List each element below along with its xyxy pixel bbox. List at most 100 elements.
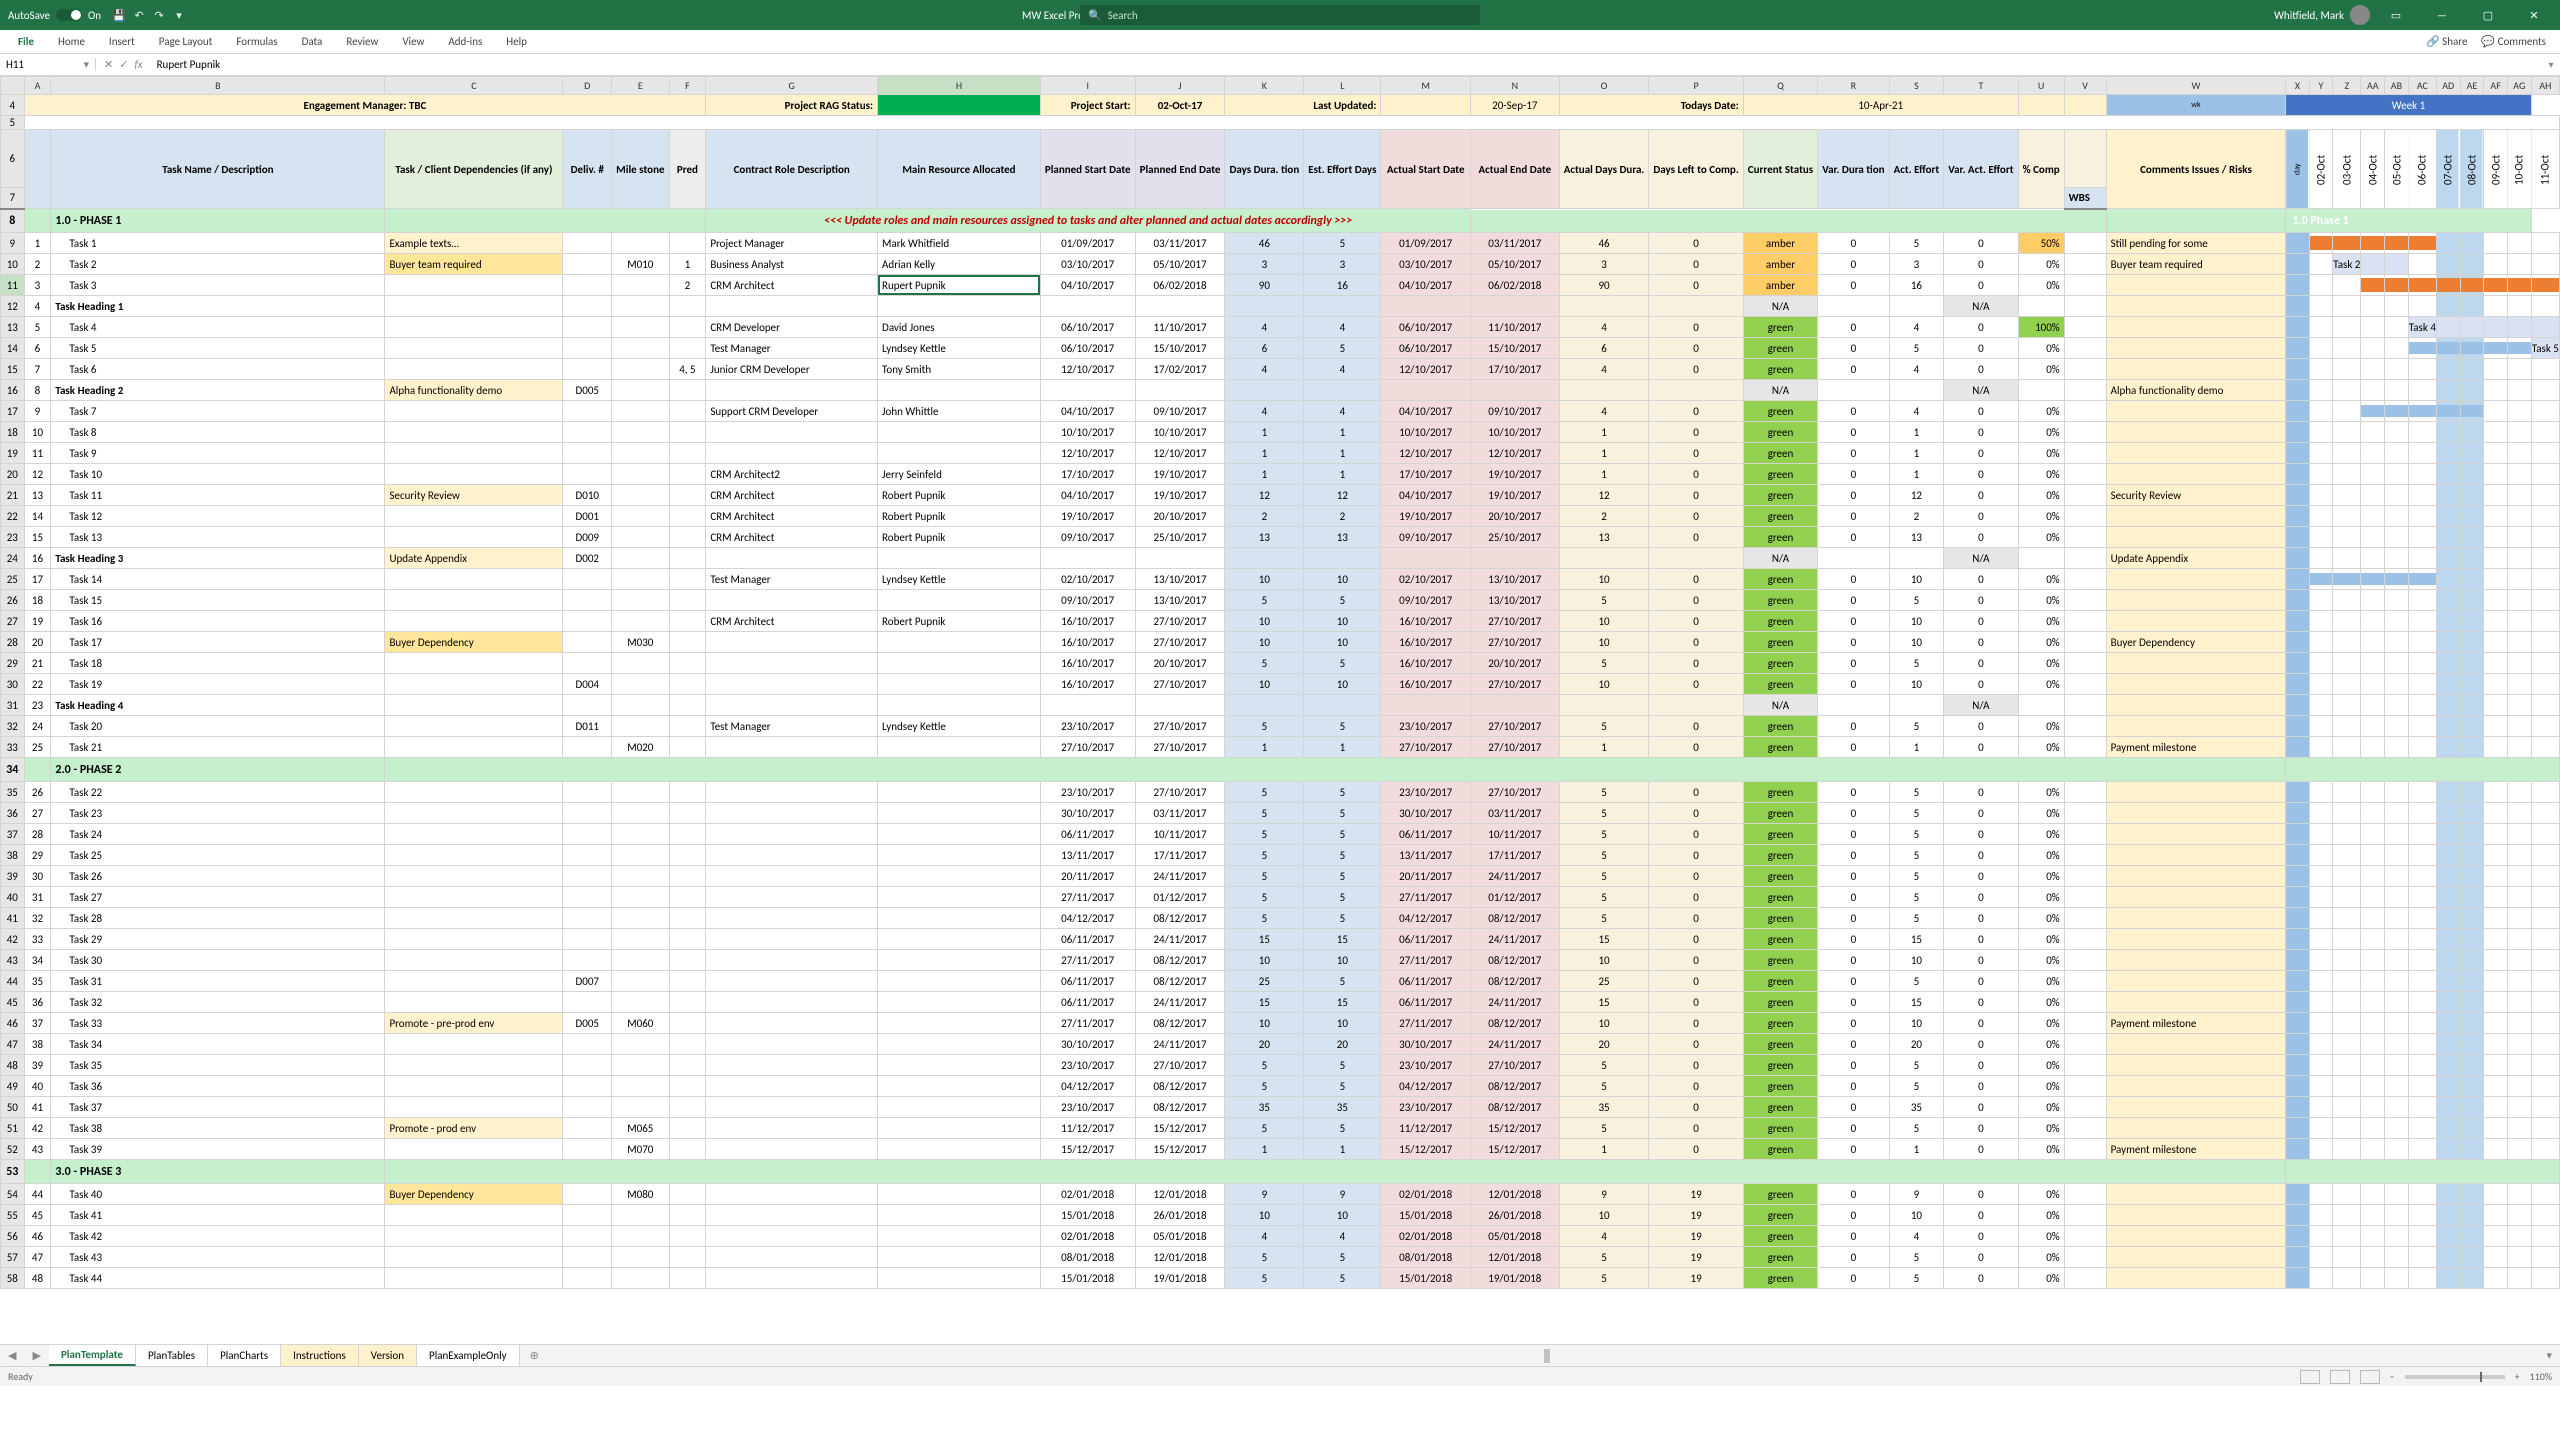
ribbon-tab-file[interactable]: File: [6, 30, 46, 53]
phase-3-header[interactable]: 53 3.0 - PHASE 3: [1, 1160, 2560, 1184]
view-page-layout-icon[interactable]: [2330, 1370, 2350, 1384]
task-row[interactable]: 4031 Task 2727/11/201701/12/20175527/11/…: [1, 887, 2560, 908]
task-row[interactable]: 3325 Task 21M02027/10/201727/10/20171127…: [1, 737, 2560, 758]
task-row[interactable]: 113 Task 32CRM ArchitectRupert Pupnik04/…: [1, 275, 2560, 296]
undo-icon[interactable]: ↶: [129, 9, 149, 22]
task-row[interactable]: 5041 Task 3723/10/201708/12/2017353523/1…: [1, 1097, 2560, 1118]
column-headers[interactable]: ABCDEFG HIJKLMN OPQRSTUV W XYZAAABACADAE…: [1, 77, 2560, 95]
view-normal-icon[interactable]: [2300, 1370, 2320, 1384]
maximize-icon[interactable]: ▢: [2468, 9, 2508, 22]
search-box[interactable]: 🔍 Search: [1080, 5, 1480, 25]
ribbon-tab-insert[interactable]: Insert: [97, 30, 147, 53]
ribbon-tab-formulas[interactable]: Formulas: [224, 30, 289, 53]
add-sheet-icon[interactable]: ⊕: [520, 1349, 549, 1362]
task-row[interactable]: 146 Task 5Test ManagerLyndsey Kettle06/1…: [1, 338, 2560, 359]
qat-more-icon[interactable]: ▾: [169, 9, 189, 22]
spreadsheet-grid[interactable]: ABCDEFG HIJKLMN OPQRSTUV W XYZAAABACADAE…: [0, 76, 2560, 1289]
phase-1-header[interactable]: 8 1.0 - PHASE 1 <<< Update roles and mai…: [1, 209, 2560, 233]
task-row[interactable]: 3526 Task 2223/10/201727/10/20175523/10/…: [1, 782, 2560, 803]
task-row[interactable]: 2315 Task 13D009CRM ArchitectRobert Pupn…: [1, 527, 2560, 548]
task-row[interactable]: 4738 Task 3430/10/201724/11/2017202030/1…: [1, 1034, 2560, 1055]
ribbon-tab-view[interactable]: View: [390, 30, 436, 53]
task-row[interactable]: 179 Task 7Support CRM DeveloperJohn Whit…: [1, 401, 2560, 422]
task-row[interactable]: 5243 Task 39M07015/12/201715/12/20171115…: [1, 1139, 2560, 1160]
task-row[interactable]: 5646 Task 4202/01/201805/01/20184402/01/…: [1, 1226, 2560, 1247]
task-row[interactable]: 4334 Task 3027/11/201708/12/2017101027/1…: [1, 950, 2560, 971]
formula-expand-icon[interactable]: ▾: [2542, 58, 2560, 71]
task-row[interactable]: 5142 Task 38Promote - prod envM06511/12/…: [1, 1118, 2560, 1139]
task-row[interactable]: 3224 Task 20D011Test ManagerLyndsey Kett…: [1, 716, 2560, 737]
redo-icon[interactable]: ↷: [149, 9, 169, 22]
sheet-tab-planexampleonly[interactable]: PlanExampleOnly: [417, 1345, 520, 1366]
task-row[interactable]: 135 Task 4CRM DeveloperDavid Jones06/10/…: [1, 317, 2560, 338]
task-row[interactable]: 2618 Task 1509/10/201713/10/20175509/10/…: [1, 590, 2560, 611]
ribbon-tab-page-layout[interactable]: Page Layout: [147, 30, 225, 53]
ribbon-tab-data[interactable]: Data: [290, 30, 335, 53]
task-row[interactable]: 3829 Task 2513/11/201717/11/20175513/11/…: [1, 845, 2560, 866]
sheet-tab-instructions[interactable]: Instructions: [281, 1345, 359, 1366]
share-button[interactable]: 🔗 Share: [2426, 35, 2467, 48]
ribbon-tab-home[interactable]: Home: [46, 30, 97, 53]
task-row[interactable]: 1810 Task 810/10/201710/10/20171110/10/2…: [1, 422, 2560, 443]
cancel-icon[interactable]: ✕: [104, 58, 113, 71]
ribbon-options-icon[interactable]: ▭: [2376, 9, 2416, 22]
zoom-slider[interactable]: [2405, 1375, 2505, 1379]
autosave-toggle[interactable]: [56, 9, 82, 21]
zoom-in-icon[interactable]: +: [2515, 1370, 2520, 1383]
enter-icon[interactable]: ✓: [119, 58, 128, 71]
ribbon-tab-review[interactable]: Review: [334, 30, 390, 53]
task-row[interactable]: 102 Task 2Buyer team requiredM0101Busine…: [1, 254, 2560, 275]
sheet-tab-version[interactable]: Version: [359, 1345, 417, 1366]
comments-button[interactable]: 💬 Comments: [2481, 35, 2546, 48]
task-row[interactable]: 5747 Task 4308/01/201812/01/20185508/01/…: [1, 1247, 2560, 1268]
task-row[interactable]: 3930 Task 2620/11/201724/11/20175520/11/…: [1, 866, 2560, 887]
task-row[interactable]: 4435 Task 31D00706/11/201708/12/20172550…: [1, 971, 2560, 992]
task-row[interactable]: 3123Task Heading 4N/AN/A: [1, 695, 2560, 716]
horizontal-scrollbar[interactable]: [553, 1349, 2535, 1363]
task-row[interactable]: 2820 Task 17Buyer DependencyM03016/10/20…: [1, 632, 2560, 653]
task-row[interactable]: 4839 Task 3523/10/201727/10/20175523/10/…: [1, 1055, 2560, 1076]
zoom-level[interactable]: 110%: [2530, 1370, 2552, 1383]
sheet-tab-plantables[interactable]: PlanTables: [136, 1345, 208, 1366]
close-icon[interactable]: ✕: [2514, 9, 2554, 22]
sheet-tab-plantemplate[interactable]: PlanTemplate: [49, 1345, 136, 1366]
ribbon-tab-help[interactable]: Help: [494, 30, 539, 53]
task-row[interactable]: 5444 Task 40Buyer DependencyM08002/01/20…: [1, 1184, 2560, 1205]
chevron-down-icon[interactable]: ▾: [83, 58, 89, 71]
sheet-tab-plancharts[interactable]: PlanCharts: [208, 1345, 281, 1366]
sheet-nav-prev-icon[interactable]: ◀: [0, 1349, 24, 1362]
task-row[interactable]: 2719 Task 16CRM ArchitectRobert Pupnik16…: [1, 611, 2560, 632]
select-all[interactable]: [1, 77, 25, 95]
minimize-icon[interactable]: —: [2422, 9, 2462, 22]
task-row[interactable]: 4637 Task 33Promote - pre-prod envD005M0…: [1, 1013, 2560, 1034]
task-row[interactable]: 3728 Task 2406/11/201710/11/20175506/11/…: [1, 824, 2560, 845]
task-row[interactable]: 4233 Task 2906/11/201724/11/2017151506/1…: [1, 929, 2560, 950]
task-row[interactable]: 3022 Task 19D00416/10/201727/10/20171010…: [1, 674, 2560, 695]
save-icon[interactable]: 💾: [109, 9, 129, 22]
ribbon-tab-add-ins[interactable]: Add-ins: [436, 30, 494, 53]
task-row[interactable]: 5848 Task 4415/01/201819/01/20185515/01/…: [1, 1268, 2560, 1289]
task-row[interactable]: 2517 Task 14Test ManagerLyndsey Kettle02…: [1, 569, 2560, 590]
phase-2-header[interactable]: 34 2.0 - PHASE 2: [1, 758, 2560, 782]
avatar[interactable]: [2350, 5, 2370, 25]
task-row[interactable]: 91 Task 1Example texts…Project ManagerMa…: [1, 233, 2560, 254]
sheet-tabs[interactable]: ◀ ▶ PlanTemplatePlanTablesPlanChartsInst…: [0, 1344, 2560, 1366]
task-row[interactable]: 2416Task Heading 3Update AppendixD002N/A…: [1, 548, 2560, 569]
task-row[interactable]: 124Task Heading 1N/AN/A: [1, 296, 2560, 317]
task-row[interactable]: 4536 Task 3206/11/201724/11/2017151506/1…: [1, 992, 2560, 1013]
formula-input[interactable]: Rupert Pupnik: [151, 58, 2542, 71]
view-page-break-icon[interactable]: [2360, 1370, 2380, 1384]
name-box[interactable]: H11▾: [0, 58, 96, 71]
banner-row[interactable]: 4 Engagement Manager: TBC Project RAG St…: [1, 95, 2560, 116]
task-row[interactable]: 5545 Task 4115/01/201826/01/2018101015/0…: [1, 1205, 2560, 1226]
task-row[interactable]: 2113 Task 11Security ReviewD010CRM Archi…: [1, 485, 2560, 506]
sheet-nav-next-icon[interactable]: ▶: [24, 1349, 48, 1362]
zoom-out-icon[interactable]: −: [2390, 1370, 2395, 1383]
task-row[interactable]: 168Task Heading 2Alpha functionality dem…: [1, 380, 2560, 401]
task-row[interactable]: 4940 Task 3604/12/201708/12/20175504/12/…: [1, 1076, 2560, 1097]
task-row[interactable]: 157 Task 64, 5Junior CRM DeveloperTony S…: [1, 359, 2560, 380]
task-row[interactable]: 2921 Task 1816/10/201720/10/20175516/10/…: [1, 653, 2560, 674]
task-row[interactable]: 2012 Task 10CRM Architect2Jerry Seinfeld…: [1, 464, 2560, 485]
fx-icon[interactable]: fx: [134, 58, 142, 71]
task-row[interactable]: 3627 Task 2330/10/201703/11/20175530/10/…: [1, 803, 2560, 824]
